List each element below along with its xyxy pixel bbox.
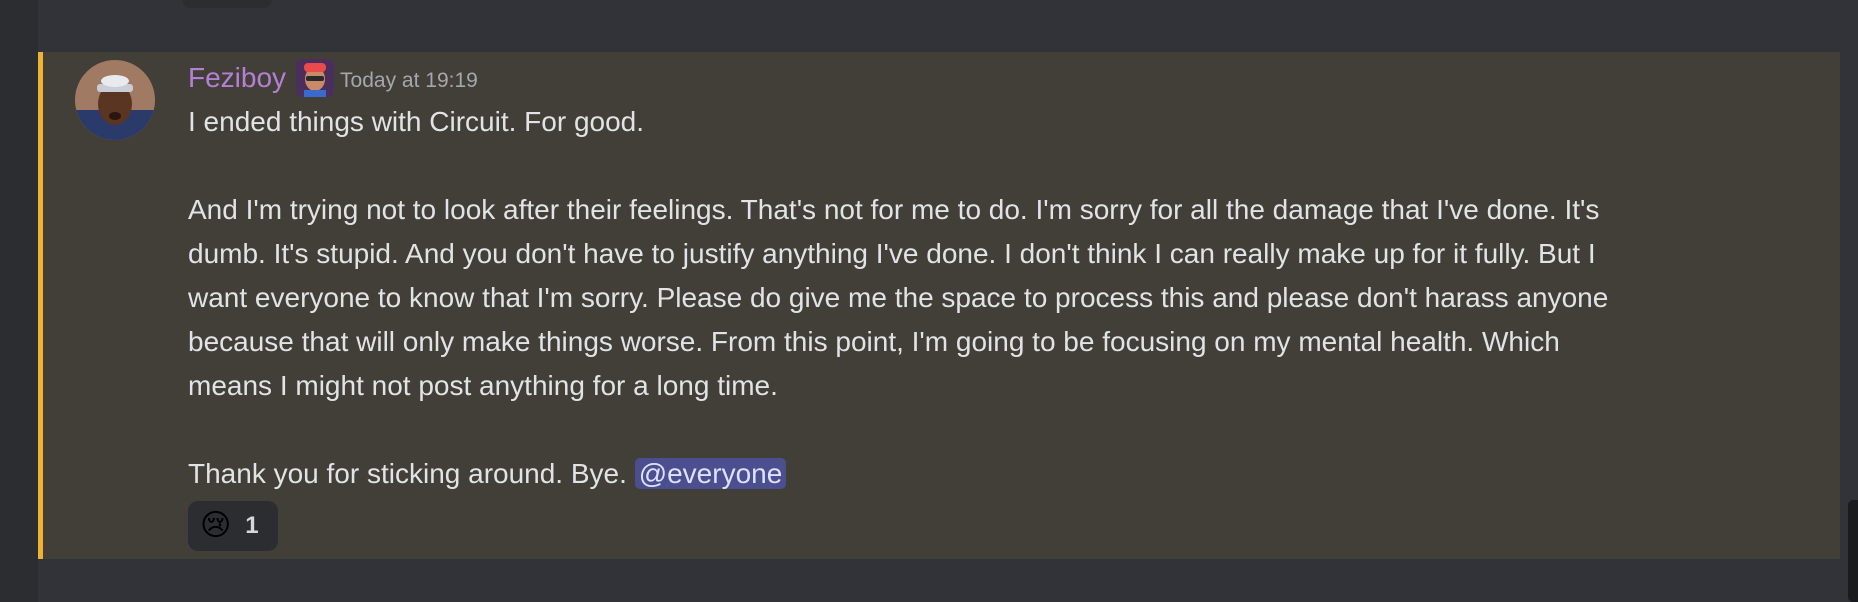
reaction-count: 1 <box>245 512 259 539</box>
message-line-last: Thank you for sticking around. Bye. @eve… <box>188 452 1788 496</box>
message-line: means I might not post anything for a lo… <box>188 370 778 401</box>
message-line: because that will only make things worse… <box>188 326 1560 357</box>
timestamp[interactable]: Today at 19:19 <box>340 69 478 93</box>
role-icon[interactable] <box>296 59 335 97</box>
previous-message-reaction[interactable] <box>182 0 272 8</box>
avatar[interactable] <box>75 60 155 140</box>
message-header: Feziboy Today at 19:19 <box>188 58 478 98</box>
crying-face-emoji-icon: 😢 <box>200 508 232 543</box>
message-line: want everyone to know that I'm sorry. Pl… <box>188 282 1609 313</box>
everyone-mention[interactable]: @everyone <box>634 458 787 489</box>
message-blank-line <box>188 408 1788 452</box>
message-item[interactable]: Feziboy Today at 19:19 I ended things wi… <box>38 52 1840 559</box>
left-gutter <box>0 0 38 602</box>
message-content: I ended things with Circuit. For good. A… <box>188 100 1788 496</box>
message-last-text: Thank you for sticking around. Bye. <box>188 458 635 489</box>
message-line: I ended things with Circuit. For good. <box>188 106 645 137</box>
avatar-image <box>75 60 155 140</box>
message-line: And I'm trying not to look after their f… <box>188 194 1600 225</box>
message-blank-line <box>188 144 1788 188</box>
reaction-button[interactable]: 😢 1 <box>188 501 278 551</box>
username[interactable]: Feziboy <box>188 62 286 94</box>
message-line: dumb. It's stupid. And you don't have to… <box>188 238 1596 269</box>
scrollbar-thumb[interactable] <box>1848 500 1858 602</box>
